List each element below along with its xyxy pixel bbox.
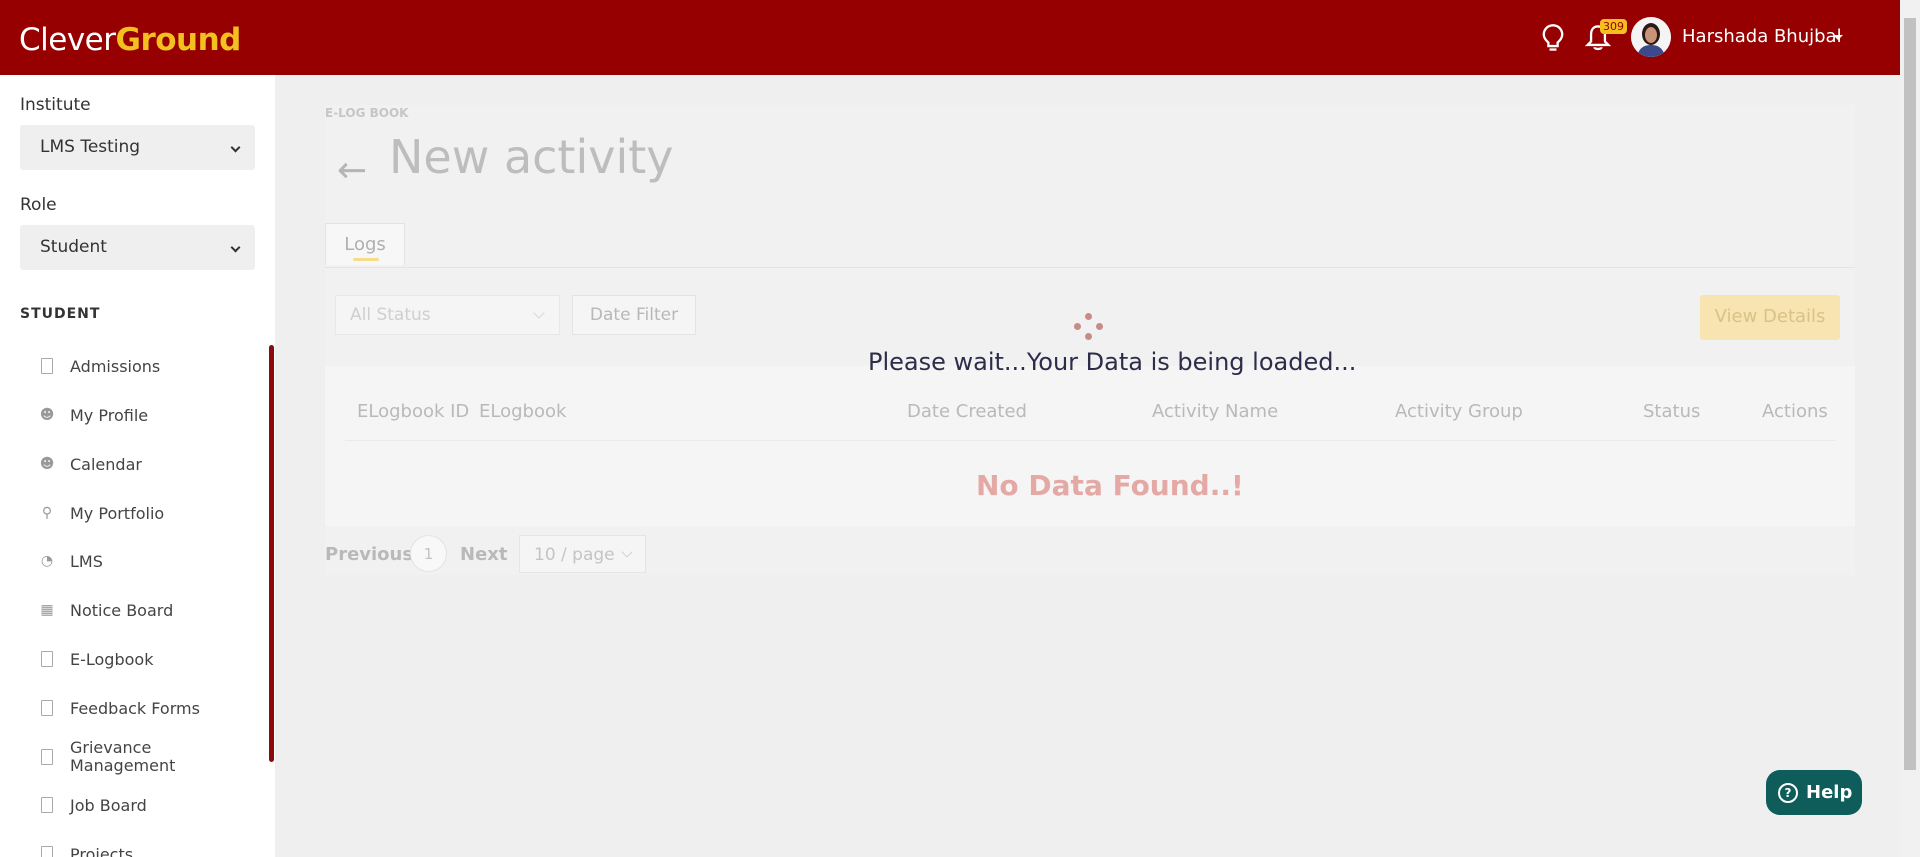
- gauge-icon: ◔: [40, 553, 54, 569]
- clever-ground-logo[interactable]: CleverGround: [19, 22, 241, 58]
- calendar-icon: ▦: [40, 602, 54, 618]
- breadcrumb: E-LOG BOOK: [325, 106, 409, 120]
- pagination-previous[interactable]: Previous: [325, 544, 413, 565]
- sidebar-item-feedback-forms[interactable]: Feedback Forms: [38, 693, 258, 723]
- column-header-activity-group: Activity Group: [1395, 401, 1523, 422]
- page-title: New activity: [389, 130, 674, 184]
- loading-message: Please wait...Your Data is being loaded.…: [868, 348, 1357, 376]
- active-tab-indicator: [353, 258, 379, 261]
- column-header-activity-name: Activity Name: [1152, 401, 1279, 422]
- pagination-page-1[interactable]: 1: [410, 535, 447, 572]
- institute-select[interactable]: LMS Testing: [20, 125, 255, 170]
- status-filter-select[interactable]: All Status: [335, 295, 560, 335]
- sidebar-item-grievance-management[interactable]: Grievance Management: [38, 737, 258, 777]
- role-label: Role: [20, 195, 57, 215]
- document-icon: [41, 749, 53, 765]
- user-icon: ☻: [39, 456, 55, 472]
- document-icon: [41, 358, 53, 374]
- notification-badge: 309: [1600, 19, 1627, 34]
- user-icon: ☻: [39, 407, 55, 423]
- sidebar-item-e-logbook[interactable]: E-Logbook: [38, 644, 258, 674]
- user-menu-caret-icon[interactable]: [1833, 35, 1843, 40]
- sidebar-item-job-board[interactable]: Job Board: [38, 790, 258, 820]
- trophy-icon: ⚲: [41, 505, 53, 521]
- lightbulb-icon[interactable]: [1539, 23, 1567, 53]
- question-icon: ?: [1778, 782, 1798, 803]
- tab-logs[interactable]: Logs: [325, 223, 405, 265]
- sidebar-item-admissions[interactable]: Admissions: [38, 351, 258, 381]
- institute-value: LMS Testing: [40, 137, 141, 157]
- sidebar: Institute LMS Testing Role Student STUDE…: [0, 75, 275, 857]
- sidebar-scrollbar[interactable]: [269, 345, 274, 762]
- sidebar-item-my-profile[interactable]: ☻ My Profile: [38, 400, 258, 430]
- page-size-select[interactable]: 10 / page: [519, 535, 646, 573]
- document-icon: [41, 797, 53, 813]
- empty-table-message: No Data Found..!: [976, 469, 1244, 502]
- tab-divider: [325, 267, 1855, 268]
- table-header-divider: [345, 440, 1835, 441]
- sidebar-item-projects[interactable]: Projects: [38, 839, 258, 857]
- top-header: CleverGround 309 Harshada Bhujbal: [0, 0, 1900, 75]
- column-header-date-created: Date Created: [907, 401, 1027, 422]
- logs-table: [325, 366, 1855, 526]
- back-arrow-icon[interactable]: ←: [337, 150, 367, 191]
- pagination-next[interactable]: Next: [460, 544, 508, 565]
- chevron-down-icon: [230, 142, 241, 153]
- institute-label: Institute: [20, 95, 91, 115]
- column-header-elogbook: ELogbook: [479, 401, 567, 422]
- document-icon: [41, 700, 53, 716]
- document-icon: [41, 651, 53, 667]
- chevron-down-icon: [621, 546, 633, 558]
- loading-spinner-icon: [1074, 311, 1106, 343]
- chevron-down-icon: [230, 242, 241, 253]
- sidebar-section-title: STUDENT: [20, 306, 101, 322]
- view-details-button[interactable]: View Details: [1700, 295, 1840, 340]
- column-header-actions: Actions: [1762, 401, 1828, 422]
- avatar[interactable]: [1631, 17, 1671, 57]
- sidebar-item-my-portfolio[interactable]: ⚲ My Portfolio: [38, 498, 258, 528]
- page-scrollbar[interactable]: [1900, 0, 1920, 857]
- help-button[interactable]: ? Help: [1766, 770, 1862, 815]
- sidebar-item-notice-board[interactable]: ▦ Notice Board: [38, 595, 258, 625]
- chevron-down-icon: [533, 307, 545, 319]
- column-header-status: Status: [1643, 401, 1701, 422]
- column-header-elogbook-id: ELogbook ID: [357, 401, 470, 422]
- role-value: Student: [40, 237, 107, 257]
- role-select[interactable]: Student: [20, 225, 255, 270]
- document-icon: [41, 846, 53, 857]
- sidebar-item-lms[interactable]: ◔ LMS: [38, 546, 258, 576]
- date-filter-button[interactable]: Date Filter: [572, 295, 696, 335]
- page-scrollbar-thumb[interactable]: [1904, 18, 1916, 770]
- user-name[interactable]: Harshada Bhujbal: [1682, 26, 1842, 47]
- sidebar-item-calendar[interactable]: ☻ Calendar: [38, 449, 258, 479]
